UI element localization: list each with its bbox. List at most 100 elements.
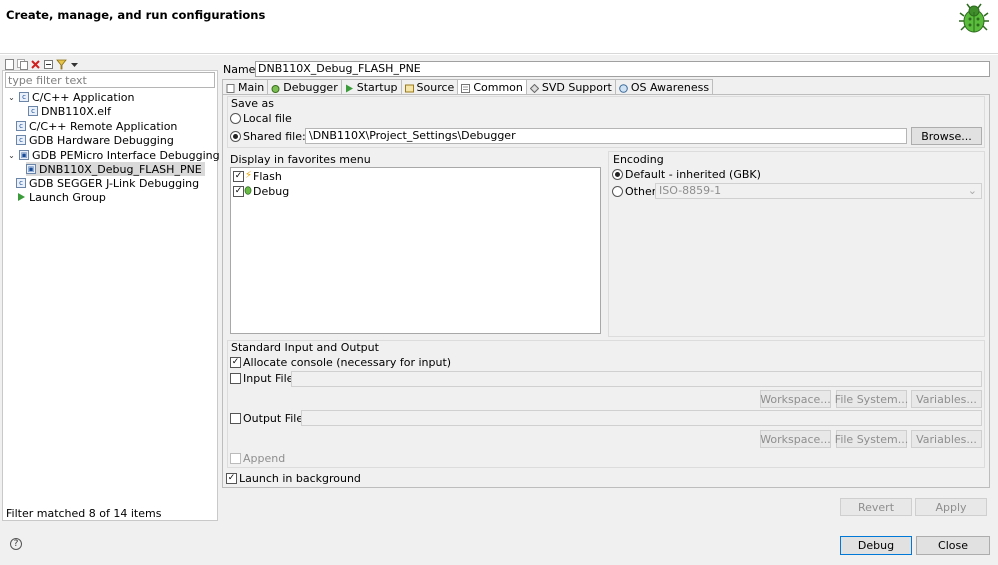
- debug-label: Debug: [253, 185, 290, 198]
- shared-file-radio[interactable]: [230, 131, 241, 142]
- tab-label: Startup: [356, 80, 398, 94]
- std-io-title: Standard Input and Output: [231, 341, 379, 354]
- input-file-label: Input File:: [243, 372, 298, 385]
- tree-item-label: C/C++ Application: [32, 90, 135, 104]
- debug-button[interactable]: Debug: [840, 536, 912, 555]
- output-file-checkbox[interactable]: [230, 413, 241, 424]
- append-checkbox[interactable]: [230, 453, 241, 464]
- tree-item-label: GDB Hardware Debugging: [29, 133, 174, 147]
- apply-button[interactable]: Apply: [915, 498, 987, 516]
- duplicate-icon[interactable]: [17, 58, 28, 70]
- output-file-field[interactable]: [301, 410, 982, 426]
- tab-svd-support[interactable]: SVD Support: [525, 79, 616, 94]
- filter-icon[interactable]: [56, 59, 67, 70]
- pemicro-icon: ▣: [19, 150, 29, 160]
- tab-label: Main: [238, 80, 265, 94]
- shared-file-input[interactable]: \DNB110X\Project_Settings\Debugger: [305, 128, 907, 144]
- tab-main[interactable]: Main: [222, 79, 269, 94]
- tab-source[interactable]: Source: [400, 79, 459, 94]
- tab-common[interactable]: Common: [457, 79, 527, 95]
- encoding-title: Encoding: [613, 153, 664, 166]
- common-tab-icon: [461, 83, 471, 93]
- tab-bar: Main Debugger Startup Source Common SVD …: [222, 79, 714, 95]
- c-icon: c: [19, 92, 29, 102]
- other-encoding-select[interactable]: ISO-8859-1 ⌄: [655, 183, 982, 199]
- view-menu-icon[interactable]: [69, 59, 80, 70]
- input-file-checkbox[interactable]: [230, 373, 241, 384]
- launch-background-checkbox[interactable]: ✓: [226, 473, 237, 484]
- default-encoding-radio[interactable]: [612, 169, 623, 180]
- input-variables-button[interactable]: Variables...: [911, 390, 982, 408]
- default-encoding-label: Default - inherited (GBK): [625, 168, 761, 181]
- other-encoding-value: ISO-8859-1: [659, 184, 722, 197]
- tree-item-dnb110x-debug-flash-pne[interactable]: ▣ DNB110X_Debug_FLASH_PNE: [26, 162, 205, 176]
- tree-item-gdb-pemicro[interactable]: ⌄ ▣ GDB PEMicro Interface Debugging: [7, 148, 220, 162]
- tree-item-launch-group[interactable]: Launch Group: [16, 190, 106, 204]
- tab-label: Source: [416, 80, 455, 94]
- source-tab-icon: [404, 83, 414, 92]
- tree-item-label: GDB SEGGER J-Link Debugging: [29, 176, 200, 190]
- collapse-all-icon[interactable]: [43, 59, 54, 70]
- tree-item-gdb-segger[interactable]: c GDB SEGGER J-Link Debugging: [16, 176, 199, 190]
- chevron-down-icon: ⌄: [967, 184, 977, 197]
- shared-file-label: Shared file:: [243, 130, 306, 143]
- output-file-label: Output File:: [243, 412, 307, 425]
- chevron-down-icon[interactable]: ⌄: [7, 93, 16, 102]
- startup-tab-icon: [345, 83, 354, 92]
- flash-label: Flash: [253, 170, 282, 183]
- tree-item-cpp-remote[interactable]: c C/C++ Remote Application: [16, 119, 177, 133]
- svd-tab-icon: [529, 83, 540, 93]
- debugger-tab-icon: [271, 83, 280, 93]
- revert-button[interactable]: Revert: [840, 498, 912, 516]
- output-filesystem-button[interactable]: File System...: [835, 430, 908, 448]
- name-label: Name:: [223, 63, 260, 76]
- input-file-field[interactable]: [291, 371, 982, 387]
- tree-item-label: Launch Group: [29, 190, 106, 204]
- c-icon: c: [16, 135, 26, 145]
- append-label: Append: [243, 452, 286, 465]
- flash-icon: ⚡: [245, 170, 253, 181]
- other-encoding-radio[interactable]: [612, 186, 623, 197]
- filter-input[interactable]: [5, 72, 215, 88]
- allocate-console-checkbox[interactable]: ✓: [230, 357, 241, 368]
- help-icon[interactable]: ?: [10, 538, 22, 550]
- tab-debugger[interactable]: Debugger: [267, 79, 342, 94]
- other-encoding-label: Other: [625, 185, 657, 198]
- main-tab-icon: [226, 83, 235, 93]
- tree-item-label: GDB PEMicro Interface Debugging: [32, 148, 220, 162]
- filter-status: Filter matched 8 of 14 items: [6, 507, 162, 520]
- favorites-title: Display in favorites menu: [230, 153, 371, 166]
- input-filesystem-button[interactable]: File System...: [835, 390, 908, 408]
- launch-icon: [16, 192, 26, 202]
- flash-checkbox[interactable]: ✓: [233, 171, 244, 182]
- local-file-radio[interactable]: [230, 113, 241, 124]
- tree-item-label: C/C++ Remote Application: [29, 119, 178, 133]
- local-file-label: Local file: [243, 112, 292, 125]
- delete-icon[interactable]: [30, 59, 41, 70]
- debug-bug-icon: [244, 185, 252, 198]
- close-button[interactable]: Close: [916, 536, 990, 555]
- tab-label: SVD Support: [541, 80, 612, 94]
- chevron-down-icon[interactable]: ⌄: [7, 151, 16, 160]
- debug-checkbox[interactable]: ✓: [233, 186, 244, 197]
- browse-button[interactable]: Browse...: [911, 127, 982, 145]
- dialog-title: Create, manage, and run configurations: [6, 8, 266, 22]
- tab-startup[interactable]: Startup: [340, 79, 402, 94]
- tree-item-gdb-hardware[interactable]: c GDB Hardware Debugging: [16, 133, 174, 147]
- left-toolbar: [4, 57, 80, 71]
- output-workspace-button[interactable]: Workspace...: [760, 430, 831, 448]
- tree-item-cpp-application[interactable]: ⌄ c C/C++ Application: [7, 90, 134, 104]
- c-icon: c: [16, 121, 26, 131]
- tree-item-dnb110x-elf[interactable]: c DNB110X.elf: [28, 104, 111, 118]
- tab-os-awareness[interactable]: OS Awareness: [614, 79, 714, 94]
- c-icon: c: [16, 178, 26, 188]
- input-workspace-button[interactable]: Workspace...: [760, 390, 831, 408]
- tree-item-label: DNB110X_Debug_FLASH_PNE: [39, 162, 202, 176]
- new-config-icon[interactable]: [4, 58, 15, 70]
- output-variables-button[interactable]: Variables...: [911, 430, 982, 448]
- save-as-title: Save as: [231, 97, 274, 110]
- name-input[interactable]: DNB110X_Debug_FLASH_PNE: [255, 61, 990, 77]
- launch-background-label: Launch in background: [239, 472, 361, 485]
- tab-label: OS Awareness: [630, 80, 710, 94]
- tab-label: Debugger: [283, 80, 338, 94]
